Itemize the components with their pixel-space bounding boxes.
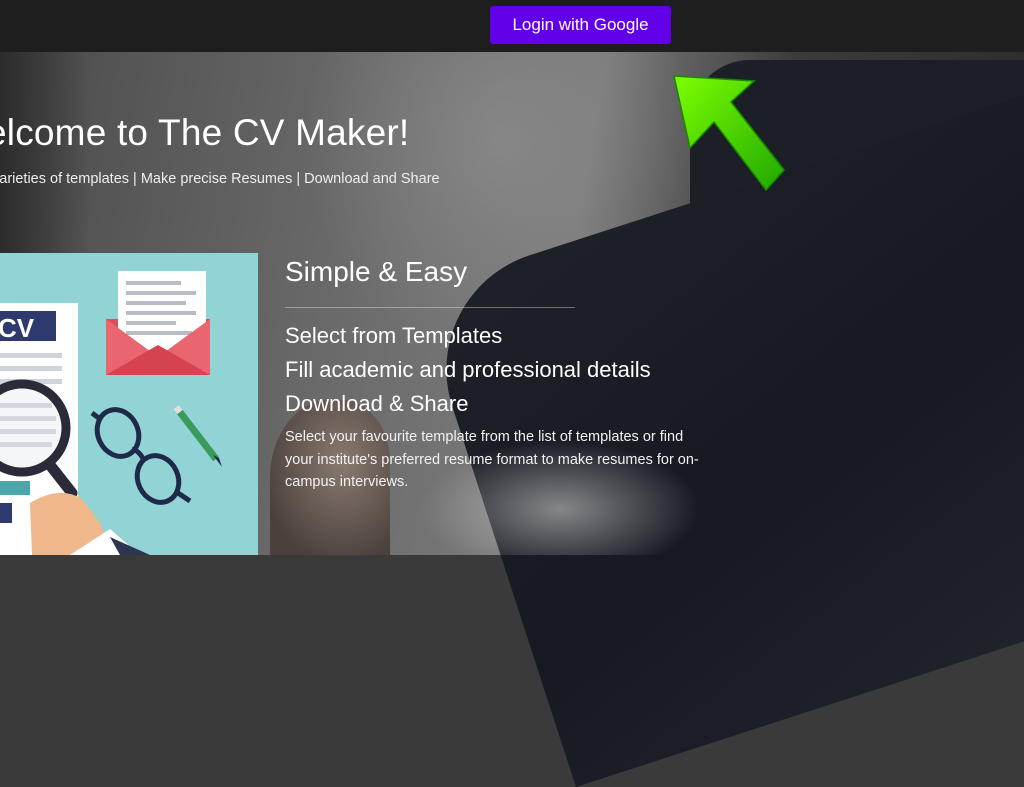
cv-badge-text: CV [0, 313, 35, 343]
feature-description: Select your favourite template from the … [285, 429, 699, 490]
hand-icon [30, 492, 150, 555]
divider [285, 307, 575, 308]
pencil-icon [173, 404, 222, 467]
feature-item-download: Download & Share [285, 391, 469, 416]
eyeglasses-icon [90, 407, 192, 505]
cv-illustration: CV [0, 253, 258, 555]
arrow-up-left-icon [673, 75, 785, 192]
login-with-google-button[interactable]: Login with Google [490, 6, 671, 44]
feature-item-details: Fill academic and professional details [285, 357, 651, 382]
page-subtitle: varieties of templates | Make precise Re… [0, 171, 440, 187]
feature-item-templates: Select from Templates [285, 323, 503, 348]
page-title: elcome to The CV Maker! [0, 112, 410, 153]
envelope-icon [106, 271, 210, 375]
top-navbar: Login with Google [0, 0, 1024, 52]
feature-heading: Simple & Easy [285, 256, 468, 287]
